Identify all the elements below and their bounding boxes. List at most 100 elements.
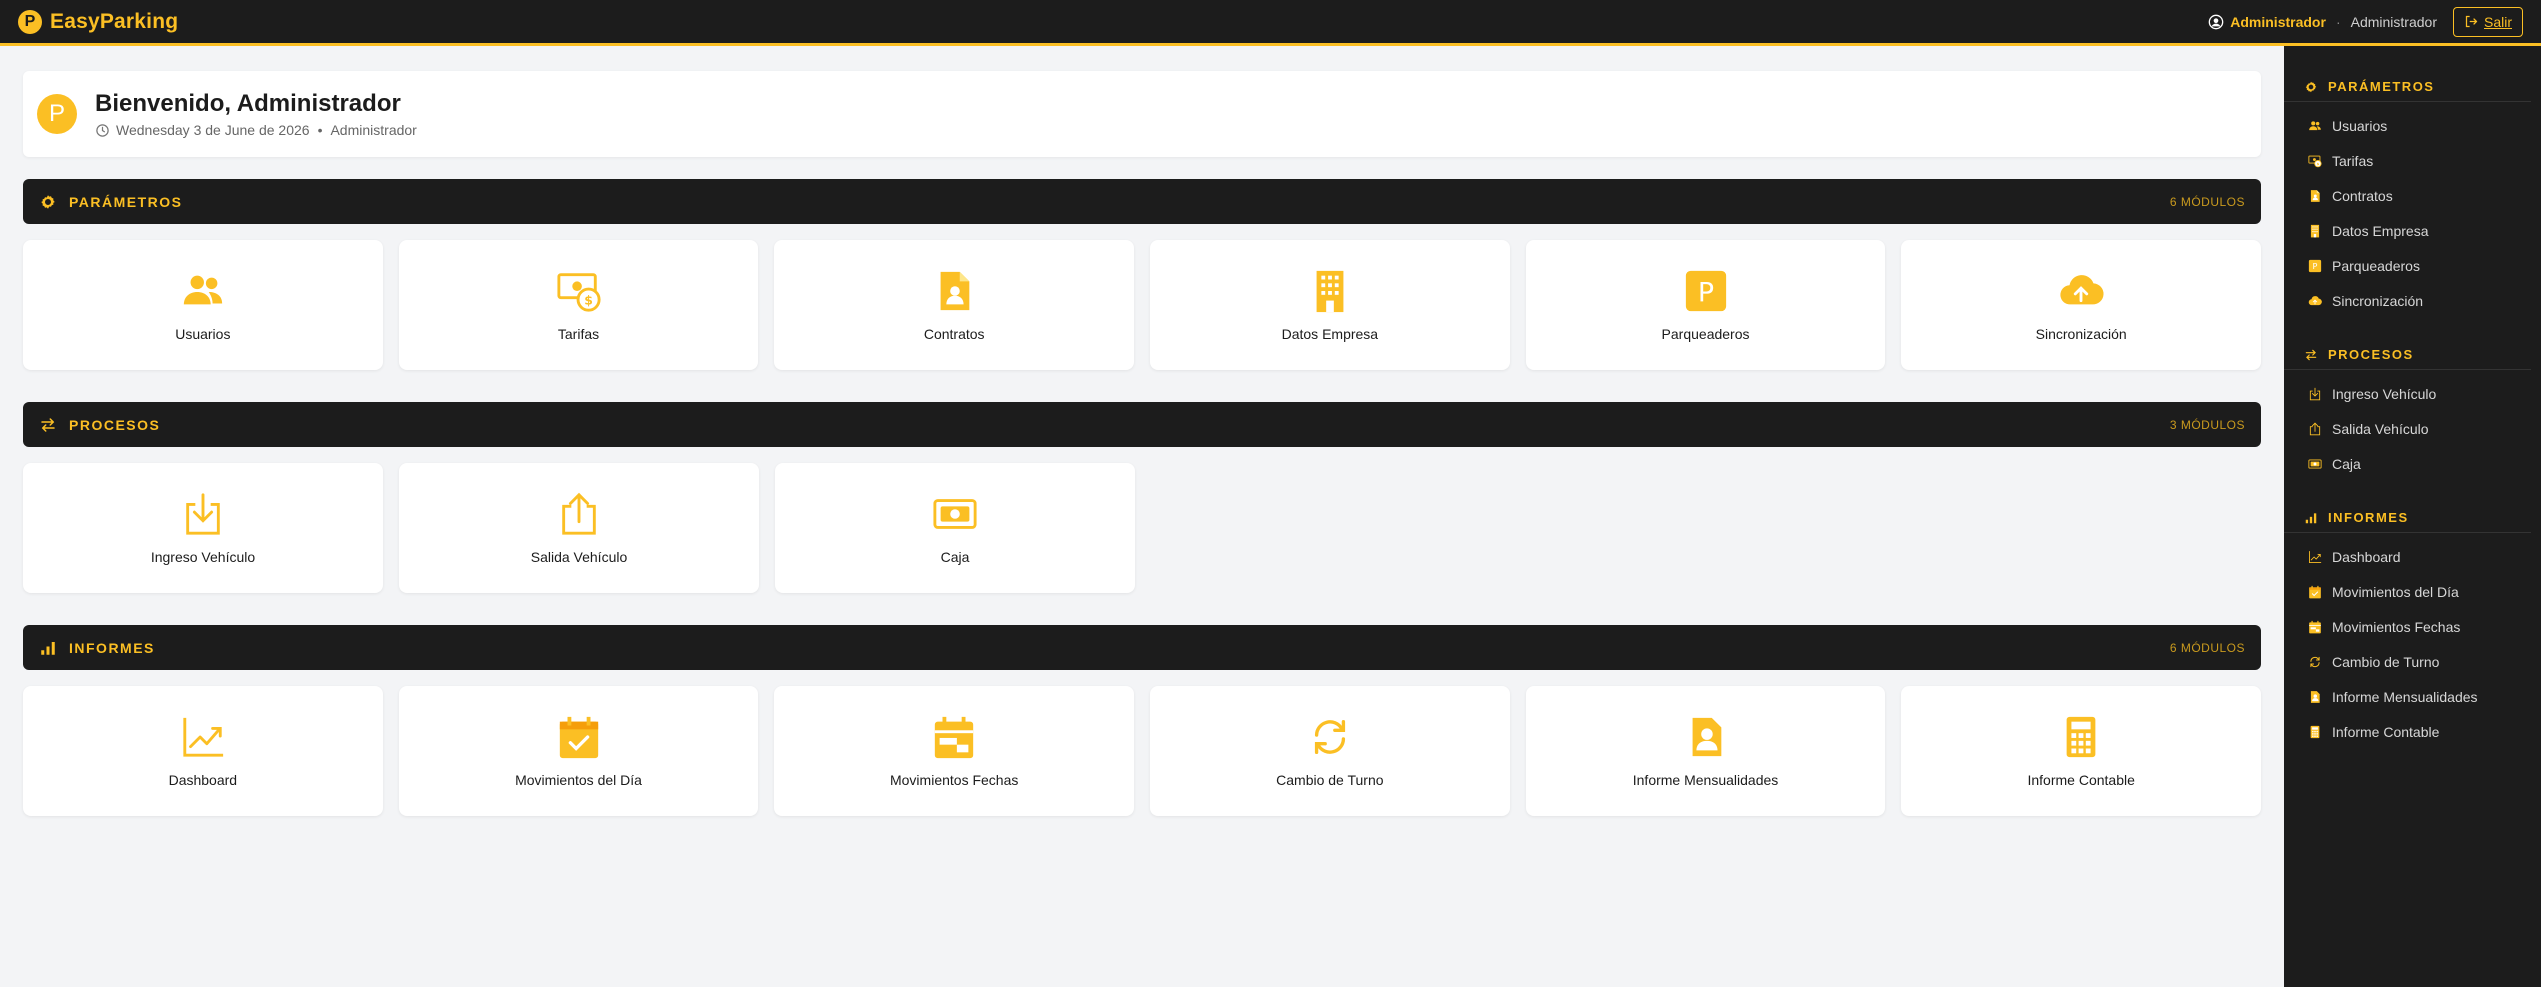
parametros-cards: Usuarios Tarifas Contratos Datos Empresa… bbox=[23, 240, 2262, 370]
calendar-range-icon bbox=[2308, 620, 2322, 634]
contract-icon bbox=[931, 268, 977, 314]
sidebar-item-label: Parqueaderos bbox=[2332, 257, 2420, 274]
sidebar-item-salida-vehiculo[interactable]: Salida Vehículo bbox=[2284, 411, 2541, 446]
sidebar-group-title: PARÁMETROS bbox=[2328, 79, 2435, 94]
card-informe-mensualidades[interactable]: Informe Mensualidades bbox=[1525, 686, 1886, 816]
welcome-bullet: • bbox=[317, 122, 323, 138]
sidebar-item-informe-contable[interactable]: Informe Contable bbox=[2284, 714, 2541, 749]
cash-icon bbox=[2308, 457, 2322, 471]
welcome-title: Bienvenido, Administrador bbox=[95, 90, 401, 117]
logout-button[interactable]: Salir bbox=[2452, 6, 2523, 37]
sidebar-item-movimientos-dia[interactable]: Movimientos del Día bbox=[2284, 574, 2541, 609]
card-ingreso-vehiculo[interactable]: Ingreso Vehículo bbox=[23, 463, 383, 593]
brand-logo-icon: P bbox=[18, 9, 42, 34]
section-count: 3 MÓDULOS bbox=[2169, 417, 2245, 432]
upload-icon bbox=[556, 491, 602, 537]
card-label: Cambio de Turno bbox=[1276, 772, 1384, 788]
contract-icon bbox=[2308, 189, 2322, 203]
welcome-date: Wednesday 3 de June de 2026 bbox=[116, 122, 310, 138]
card-label: Contratos bbox=[923, 326, 985, 342]
upload-icon bbox=[2308, 422, 2322, 436]
card-label: Movimientos del Día bbox=[515, 772, 642, 788]
sidebar-item-label: Ingreso Vehículo bbox=[2332, 385, 2437, 402]
money-icon bbox=[2308, 154, 2322, 168]
section-informes-header: INFORMES 6 MÓDULOS bbox=[23, 625, 2261, 670]
sidebar-item-label: Usuarios bbox=[2332, 117, 2388, 134]
informes-cards: Dashboard Movimientos del Día Movimiento… bbox=[23, 686, 2262, 816]
users-icon bbox=[180, 268, 226, 314]
welcome-logo-icon: P bbox=[37, 94, 77, 134]
trend-icon bbox=[180, 714, 226, 760]
card-datos-empresa[interactable]: Datos Empresa bbox=[1150, 240, 1510, 370]
users-icon bbox=[2308, 119, 2322, 133]
card-label: Tarifas bbox=[557, 326, 600, 342]
brand-name: EasyParking bbox=[50, 9, 179, 33]
sidebar-item-caja[interactable]: Caja bbox=[2284, 446, 2541, 481]
card-cambio-turno[interactable]: Cambio de Turno bbox=[1150, 686, 1510, 816]
card-label: Ingreso Vehículo bbox=[150, 549, 256, 565]
card-contratos[interactable]: Contratos bbox=[774, 240, 1135, 370]
calendar-check-icon bbox=[556, 714, 602, 760]
exchange-icon bbox=[2304, 348, 2318, 362]
sidebar-group-header: PROCESOS bbox=[2284, 340, 2531, 370]
user-name: Administrador bbox=[2230, 13, 2326, 30]
section-count: 6 MÓDULOS bbox=[2169, 194, 2245, 209]
welcome-card: P Bienvenido, Administrador Wednesday 3 … bbox=[23, 71, 2261, 157]
sidebar-item-label: Informe Mensualidades bbox=[2332, 688, 2478, 705]
exchange-icon bbox=[39, 416, 57, 434]
card-sincronizacion[interactable]: Sincronización bbox=[1901, 240, 2262, 370]
section-title: PROCESOS bbox=[69, 416, 161, 433]
welcome-subtitle: Wednesday 3 de June de 2026 • Administra… bbox=[95, 122, 417, 138]
parking-icon bbox=[2308, 259, 2322, 273]
sidebar-group-title: INFORMES bbox=[2328, 510, 2409, 525]
sidebar-item-contratos[interactable]: Contratos bbox=[2284, 178, 2541, 213]
sidebar-item-movimientos-fechas[interactable]: Movimientos Fechas bbox=[2284, 609, 2541, 644]
sidebar-group-informes: INFORMES Dashboard Movimientos del Día M… bbox=[2284, 503, 2541, 749]
card-movimientos-dia[interactable]: Movimientos del Día bbox=[398, 686, 759, 816]
card-informe-contable[interactable]: Informe Contable bbox=[1901, 686, 2262, 816]
gear-icon bbox=[39, 193, 57, 211]
sidebar-item-label: Caja bbox=[2332, 455, 2361, 472]
card-label: Parqueaderos bbox=[1661, 326, 1750, 342]
sidebar-item-informe-mensualidades[interactable]: Informe Mensualidades bbox=[2284, 679, 2541, 714]
section-count: 6 MÓDULOS bbox=[2169, 640, 2245, 655]
card-caja[interactable]: Caja bbox=[775, 463, 1135, 593]
gear-icon bbox=[2304, 80, 2318, 94]
sidebar-item-ingreso-vehiculo[interactable]: Ingreso Vehículo bbox=[2284, 376, 2541, 411]
procesos-cards: Ingreso Vehículo Salida Vehículo Caja bbox=[23, 463, 2261, 593]
sidebar-item-cambio-turno[interactable]: Cambio de Turno bbox=[2284, 644, 2541, 679]
sync-icon bbox=[2308, 655, 2322, 669]
sidebar-group-parametros: PARÁMETROS Usuarios Tarifas Contratos Da… bbox=[2284, 72, 2541, 318]
calendar-range-icon bbox=[931, 714, 977, 760]
card-label: Usuarios bbox=[175, 326, 231, 342]
sidebar-item-tarifas[interactable]: Tarifas bbox=[2284, 143, 2541, 178]
welcome-role: Administrador bbox=[330, 122, 417, 138]
sidebar-item-label: Salida Vehículo bbox=[2332, 420, 2429, 437]
cloud-upload-icon bbox=[2058, 268, 2104, 314]
sidebar-item-label: Informe Contable bbox=[2332, 723, 2440, 740]
sidebar-item-label: Sincronización bbox=[2332, 292, 2424, 309]
calendar-check-icon bbox=[2308, 585, 2322, 599]
sidebar-item-label: Movimientos Fechas bbox=[2332, 618, 2461, 635]
card-movimientos-fechas[interactable]: Movimientos Fechas bbox=[774, 686, 1135, 816]
brand[interactable]: P EasyParking bbox=[18, 9, 179, 34]
user-role: Administrador bbox=[2350, 13, 2437, 30]
card-parqueaderos[interactable]: Parqueaderos bbox=[1525, 240, 1886, 370]
sidebar-item-datos-empresa[interactable]: Datos Empresa bbox=[2284, 213, 2541, 248]
sidebar-item-sincronizacion[interactable]: Sincronización bbox=[2284, 283, 2541, 318]
sidebar-item-parqueaderos[interactable]: Parqueaderos bbox=[2284, 248, 2541, 283]
download-icon bbox=[180, 491, 226, 537]
card-label: Caja bbox=[940, 549, 970, 565]
card-label: Movimientos Fechas bbox=[889, 772, 1019, 788]
sidebar-item-label: Datos Empresa bbox=[2332, 222, 2429, 239]
download-icon bbox=[2308, 387, 2322, 401]
sidebar-item-label: Movimientos del Día bbox=[2332, 583, 2459, 600]
sidebar-group-title: PROCESOS bbox=[2328, 347, 2414, 362]
card-salida-vehiculo[interactable]: Salida Vehículo bbox=[399, 463, 759, 593]
sidebar-item-label: Cambio de Turno bbox=[2332, 653, 2440, 670]
card-usuarios[interactable]: Usuarios bbox=[23, 240, 383, 370]
card-dashboard[interactable]: Dashboard bbox=[23, 686, 383, 816]
sidebar-item-usuarios[interactable]: Usuarios bbox=[2284, 108, 2541, 143]
sidebar-item-dashboard[interactable]: Dashboard bbox=[2284, 539, 2541, 574]
card-tarifas[interactable]: Tarifas bbox=[398, 240, 759, 370]
